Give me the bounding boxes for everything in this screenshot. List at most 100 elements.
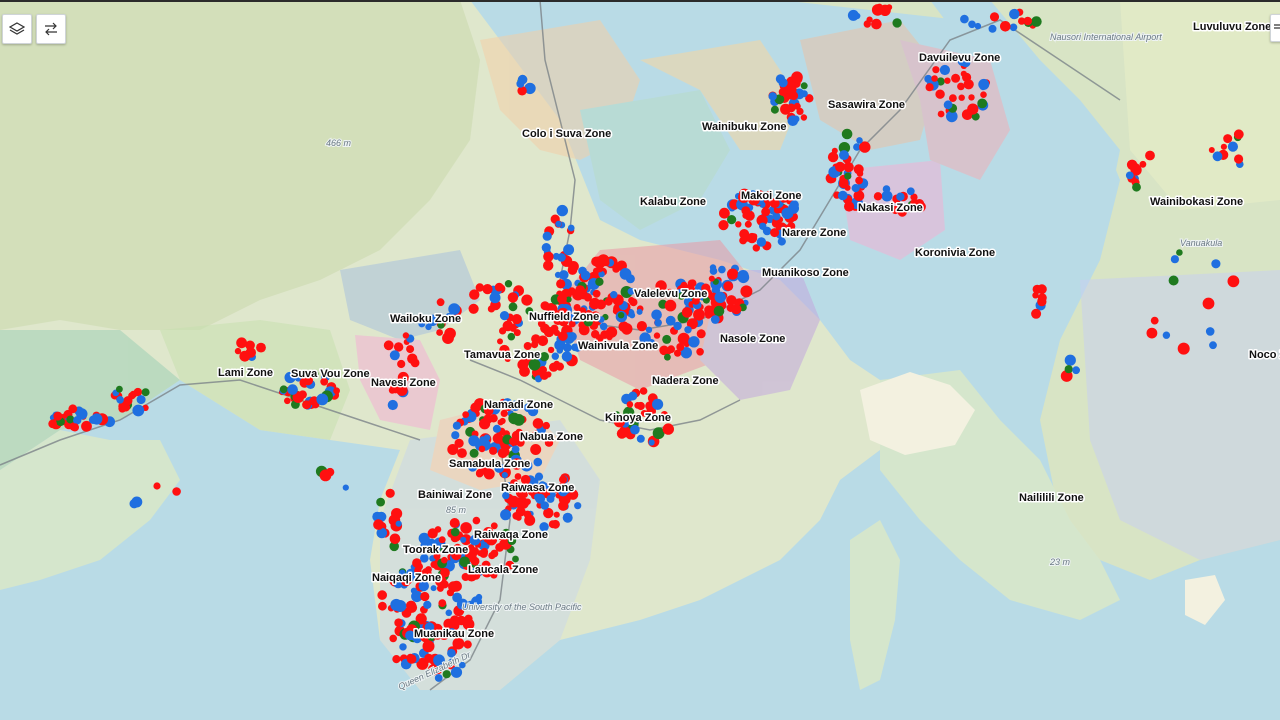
incident-point[interactable] — [287, 384, 298, 395]
incident-point[interactable] — [988, 24, 997, 33]
incident-point[interactable] — [785, 84, 797, 95]
incident-point[interactable] — [892, 18, 902, 28]
incident-point[interactable] — [517, 74, 528, 85]
incident-point[interactable] — [475, 283, 484, 292]
zone-label-wainivula[interactable]: Wainivula Zone — [577, 339, 660, 354]
incident-point[interactable] — [534, 493, 542, 501]
incident-point[interactable] — [591, 330, 600, 339]
incident-point[interactable] — [781, 207, 793, 219]
incident-point[interactable] — [91, 413, 103, 425]
incident-point[interactable] — [129, 390, 137, 398]
incident-point[interactable] — [681, 307, 693, 318]
incident-point[interactable] — [648, 439, 655, 446]
incident-point[interactable] — [438, 536, 446, 544]
zone-label-nuffield[interactable]: Nuffield Zone — [528, 310, 601, 325]
incident-point[interactable] — [925, 83, 934, 92]
incident-point[interactable] — [483, 414, 493, 424]
incident-point[interactable] — [507, 332, 516, 341]
incident-point[interactable] — [616, 428, 628, 439]
incident-point[interactable] — [759, 222, 767, 230]
incident-point[interactable] — [589, 297, 601, 310]
zone-label-koronivia[interactable]: Koronivia Zone — [914, 246, 997, 261]
incident-point[interactable] — [621, 323, 633, 335]
incident-point[interactable] — [123, 398, 131, 406]
incident-point[interactable] — [718, 265, 726, 274]
incident-point[interactable] — [523, 510, 532, 519]
incident-point[interactable] — [937, 110, 945, 118]
incident-point[interactable] — [944, 77, 951, 84]
incident-point[interactable] — [1234, 154, 1244, 164]
incident-point[interactable] — [394, 600, 407, 612]
incident-point[interactable] — [727, 268, 739, 280]
zone-label-noco[interactable]: Noco Z — [1248, 348, 1280, 363]
zone-label-sasawira[interactable]: Sasawira Zone — [827, 98, 907, 113]
incident-point[interactable] — [726, 295, 737, 306]
incident-point[interactable] — [451, 580, 462, 592]
zone-label-toorak[interactable]: Toorak Zone — [402, 543, 470, 558]
incident-point[interactable] — [592, 289, 601, 298]
incident-point[interactable] — [333, 387, 340, 395]
incident-point[interactable] — [245, 347, 256, 358]
incident-point[interactable] — [778, 87, 787, 96]
incident-point[interactable] — [551, 352, 559, 360]
incident-point[interactable] — [389, 350, 400, 361]
incident-point[interactable] — [634, 402, 642, 409]
incident-point[interactable] — [394, 618, 403, 627]
incident-point[interactable] — [436, 584, 444, 592]
incident-point[interactable] — [539, 352, 549, 362]
incident-point[interactable] — [628, 391, 638, 401]
incident-point[interactable] — [619, 268, 632, 280]
incident-point[interactable] — [977, 98, 988, 109]
incident-point[interactable] — [489, 446, 498, 455]
incident-point[interactable] — [342, 484, 349, 491]
incident-point[interactable] — [1227, 141, 1238, 152]
incident-point[interactable] — [778, 78, 788, 88]
incident-point[interactable] — [236, 337, 248, 349]
incident-point[interactable] — [497, 338, 503, 345]
incident-point[interactable] — [511, 445, 520, 454]
incident-point[interactable] — [73, 416, 82, 425]
incident-point[interactable] — [507, 292, 519, 303]
incident-point[interactable] — [450, 666, 463, 678]
incident-point[interactable] — [391, 534, 399, 542]
incident-point[interactable] — [580, 270, 591, 281]
incident-point[interactable] — [554, 271, 562, 278]
incident-point[interactable] — [1209, 341, 1217, 350]
zone-label-wailoku[interactable]: Wailoku Zone — [389, 312, 463, 327]
incident-point[interactable] — [931, 75, 938, 82]
incident-point[interactable] — [373, 519, 384, 530]
incident-point[interactable] — [610, 291, 618, 299]
incident-point[interactable] — [654, 319, 662, 327]
incident-point[interactable] — [600, 330, 609, 339]
incident-point[interactable] — [844, 172, 852, 180]
incident-point[interactable] — [1177, 342, 1190, 355]
zone-label-muanikoso[interactable]: Muanikoso Zone — [761, 266, 851, 281]
incident-point[interactable] — [116, 396, 124, 404]
incident-point[interactable] — [412, 558, 422, 568]
incident-point[interactable] — [636, 308, 643, 315]
incident-point[interactable] — [508, 302, 518, 312]
incident-point[interactable] — [557, 294, 567, 304]
incident-point[interactable] — [442, 332, 454, 344]
incident-point[interactable] — [1072, 366, 1080, 375]
incident-point[interactable] — [445, 609, 453, 617]
incident-point[interactable] — [756, 237, 767, 247]
incident-point[interactable] — [1009, 23, 1018, 32]
incident-point[interactable] — [517, 86, 527, 96]
incident-point[interactable] — [617, 312, 625, 319]
incident-point[interactable] — [696, 348, 704, 356]
incident-point[interactable] — [423, 600, 432, 610]
incident-point[interactable] — [793, 74, 803, 84]
incident-point[interactable] — [841, 128, 853, 140]
incident-point[interactable] — [651, 309, 662, 321]
incident-point[interactable] — [960, 70, 967, 77]
incident-point[interactable] — [740, 285, 753, 298]
incident-point[interactable] — [1125, 171, 1134, 180]
incident-point[interactable] — [70, 423, 79, 432]
incident-point[interactable] — [316, 393, 329, 406]
incident-point[interactable] — [543, 326, 555, 338]
incident-point[interactable] — [1032, 292, 1039, 299]
zone-label-wainibuku[interactable]: Wainibuku Zone — [701, 120, 789, 135]
incident-point[interactable] — [772, 212, 781, 221]
incident-point[interactable] — [543, 260, 554, 271]
